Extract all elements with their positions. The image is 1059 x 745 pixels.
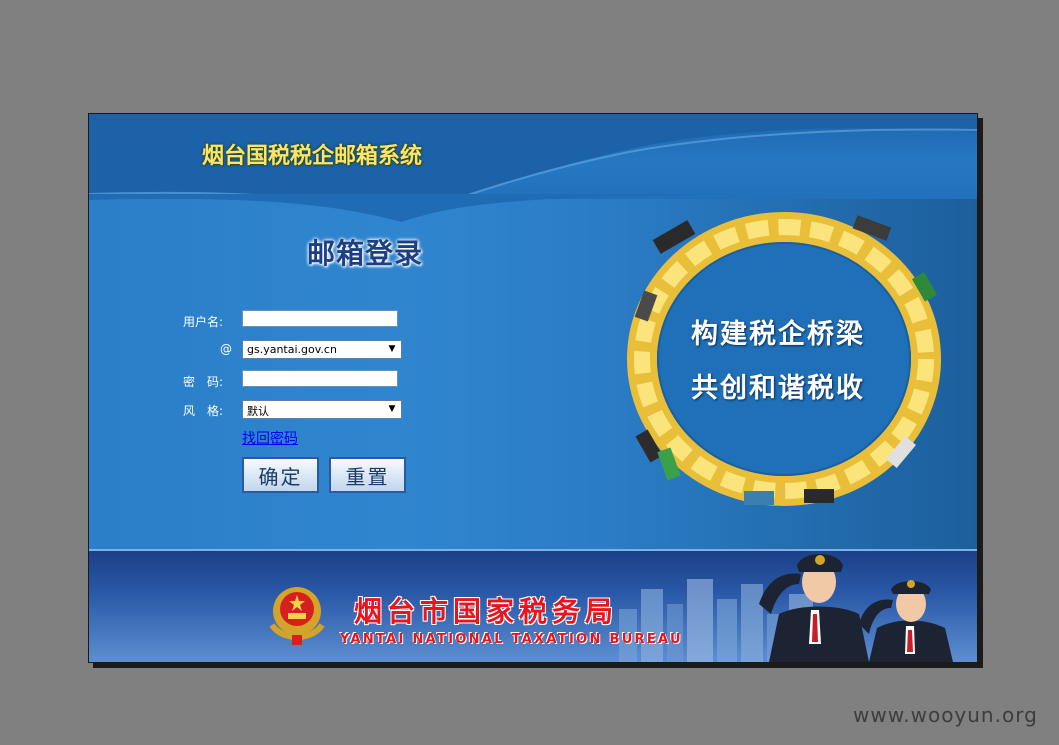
domain-at-label: @	[220, 342, 232, 356]
username-input[interactable]	[242, 310, 398, 327]
style-label: 风 格:	[183, 404, 224, 418]
domain-select-value: gs.yantai.gov.cn	[247, 343, 337, 356]
slogan-line-1: 构建税企桥梁	[691, 319, 865, 350]
hands-ring-graphic	[627, 212, 941, 506]
officers-saluting-image	[759, 554, 953, 662]
style-select[interactable]: 默认 ▼	[242, 400, 402, 419]
submit-button[interactable]: 确定	[242, 457, 319, 493]
national-emblem-icon	[269, 587, 325, 645]
app-title: 烟台国税税企邮箱系统	[202, 144, 423, 169]
password-label: 密 码:	[183, 375, 224, 389]
reset-button[interactable]: 重置	[329, 457, 406, 493]
slogan-line-2: 共创和谐税收	[691, 373, 865, 404]
password-input[interactable]	[242, 370, 398, 387]
forgot-password-link[interactable]: 找回密码	[242, 428, 298, 448]
login-title: 邮箱登录	[307, 237, 424, 270]
username-label: 用户名:	[183, 315, 224, 329]
domain-select[interactable]: gs.yantai.gov.cn ▼	[242, 340, 402, 359]
bureau-name-chinese: 烟台市国家税务局	[354, 595, 619, 628]
chevron-down-icon[interactable]: ▼	[385, 401, 399, 417]
chevron-down-icon[interactable]: ▼	[385, 341, 399, 357]
bureau-name-english: YANTAI NATIONAL TAXATION BUREAU	[340, 632, 683, 647]
watermark-text: www.wooyun.org	[853, 703, 1038, 727]
style-select-value: 默认	[247, 405, 269, 418]
login-window: 烟台国税税企邮箱系统 邮箱登录 用户名: @ gs.yantai.gov.cn …	[88, 113, 978, 663]
